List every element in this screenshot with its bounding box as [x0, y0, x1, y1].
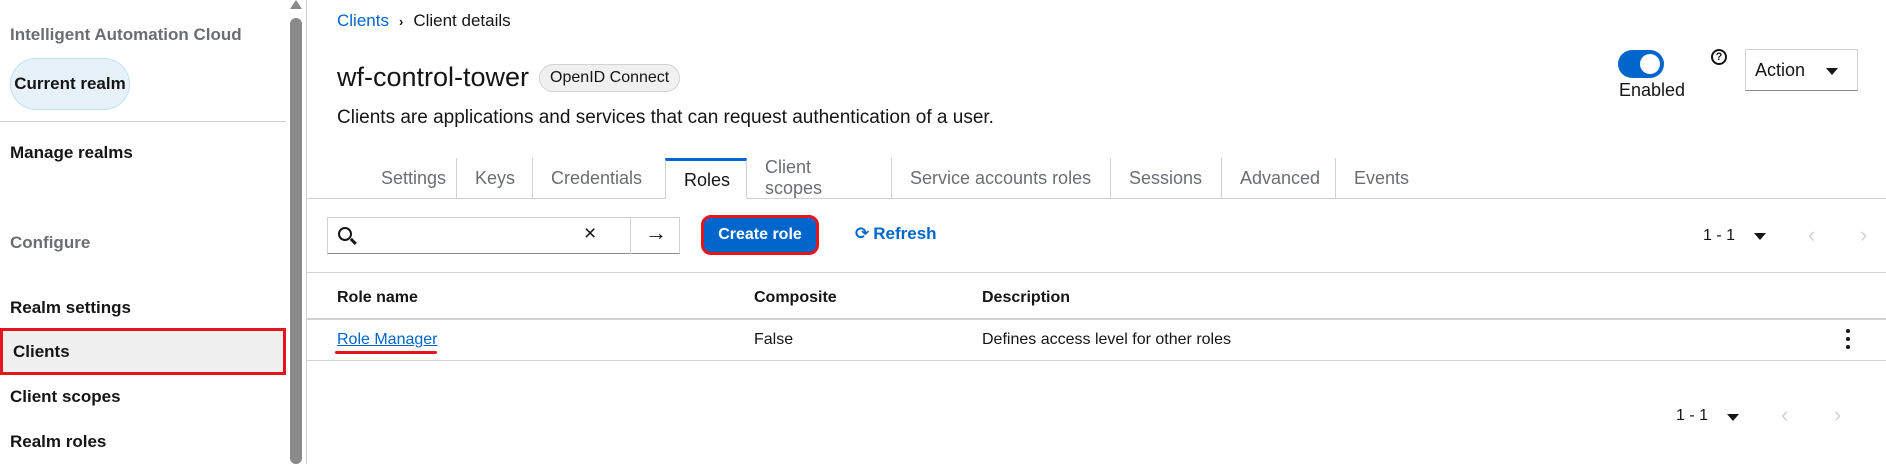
refresh-label: Refresh [873, 224, 937, 243]
tab-sessions[interactable]: Sessions [1111, 158, 1222, 198]
pagination-bottom[interactable]: 1 - 1 [1676, 407, 1708, 425]
prev-page-icon[interactable]: ‹ [1808, 222, 1815, 248]
action-dropdown[interactable]: Action [1745, 49, 1858, 91]
action-dropdown-label: Action [1755, 59, 1806, 80]
manage-realms-link[interactable]: Manage realms [10, 143, 133, 163]
breadcrumb-separator-icon: › [398, 13, 404, 29]
breadcrumb-clients-link[interactable]: Clients [337, 11, 389, 31]
next-page-bottom-icon[interactable]: › [1834, 402, 1841, 428]
tab-credentials[interactable]: Credentials [533, 158, 673, 198]
search-submit-arrow-icon[interactable]: → [645, 220, 667, 246]
table-header-border [307, 318, 1886, 320]
tab-label: Service accounts roles [910, 167, 1092, 188]
page-subtitle: Clients are applications and services th… [337, 107, 994, 128]
pagination-range: 1 - 1 [1676, 407, 1709, 424]
tab-label: Credentials [551, 167, 643, 188]
enabled-toggle[interactable] [1618, 50, 1664, 78]
sidebar: Intelligent Automation Cloud Current rea… [0, 0, 288, 464]
pagination-range: 1 - 1 [1703, 227, 1736, 244]
tab-label: Roles [684, 169, 731, 190]
title-row: wf-control-tower OpenID Connect [337, 62, 681, 93]
column-header-composite: Composite [754, 289, 837, 306]
client-tabs: Settings Keys Credentials Roles Client s… [307, 157, 1886, 199]
sidebar-item-realm-roles[interactable]: Realm roles [10, 432, 106, 452]
tab-label: Keys [475, 167, 516, 188]
pagination-caret-down-icon[interactable] [1754, 233, 1766, 240]
scroll-thumb[interactable] [290, 18, 302, 464]
enabled-label: Enabled [1619, 80, 1686, 100]
search-box [327, 217, 680, 254]
search-icon [338, 227, 352, 241]
column-header-description: Description [982, 289, 1071, 306]
tab-keys[interactable]: Keys [457, 158, 533, 198]
toggle-knob [1640, 54, 1660, 74]
tab-service-accounts-roles[interactable]: Service accounts roles [892, 158, 1111, 198]
page-title: wf-control-tower [337, 62, 530, 92]
tab-client-scopes[interactable]: Client scopes [747, 157, 892, 198]
breadcrumb: Clients › Client details [337, 11, 511, 31]
sidebar-item-client-scopes[interactable]: Client scopes [10, 387, 121, 407]
tab-label: Advanced [1240, 167, 1321, 188]
realm-name-title: Intelligent Automation Cloud [10, 25, 242, 44]
tab-advanced[interactable]: Advanced [1222, 158, 1336, 198]
highlight-underline [335, 351, 437, 354]
role-composite: False [754, 331, 794, 348]
create-role-button[interactable]: Create role [701, 215, 819, 255]
tab-label: Events [1354, 167, 1410, 188]
sidebar-scrollbar[interactable] [289, 0, 303, 464]
help-icon[interactable]: ? [1711, 49, 1727, 65]
role-name-text: Role Manager [337, 331, 438, 348]
pagination-bottom-caret-down-icon[interactable] [1727, 414, 1739, 421]
sidebar-separator [306, 0, 307, 464]
sidebar-item-realm-settings[interactable]: Realm settings [10, 298, 131, 318]
prev-page-bottom-icon[interactable]: ‹ [1781, 402, 1788, 428]
sidebar-item-label: Clients [13, 341, 70, 361]
tab-settings[interactable]: Settings [363, 158, 457, 198]
row-kebab-menu-icon[interactable] [1845, 329, 1851, 349]
sidebar-divider [0, 121, 286, 122]
tab-roles[interactable]: Roles [665, 158, 747, 199]
search-input[interactable] [362, 222, 602, 250]
tab-label: Settings [381, 167, 447, 188]
tab-label: Client scopes [765, 157, 823, 198]
protocol-badge: OpenID Connect [539, 63, 681, 92]
table-row-border [307, 360, 1886, 361]
scroll-up-arrow-icon[interactable] [290, 0, 302, 9]
clear-search-icon[interactable]: × [584, 222, 596, 246]
search-divider [630, 218, 631, 254]
refresh-icon: ⟳ [855, 224, 870, 243]
sidebar-item-clients[interactable]: Clients [0, 328, 286, 375]
column-header-role-name[interactable]: Role name [337, 289, 418, 307]
current-realm-selector[interactable]: Current realm [10, 58, 130, 110]
pagination-top[interactable]: 1 - 1 [1703, 227, 1735, 245]
caret-down-icon [1826, 68, 1838, 75]
role-description: Defines access level for other roles [982, 331, 1231, 348]
configure-section-title: Configure [10, 233, 91, 252]
refresh-button[interactable]: ⟳ Refresh [855, 224, 937, 244]
tab-label: Sessions [1129, 167, 1203, 188]
next-page-icon[interactable]: › [1860, 222, 1867, 248]
role-name-link[interactable]: Role Manager [337, 331, 438, 349]
table-top-border [307, 272, 1886, 273]
breadcrumb-current: Client details [413, 11, 511, 30]
tab-events[interactable]: Events [1336, 158, 1436, 198]
